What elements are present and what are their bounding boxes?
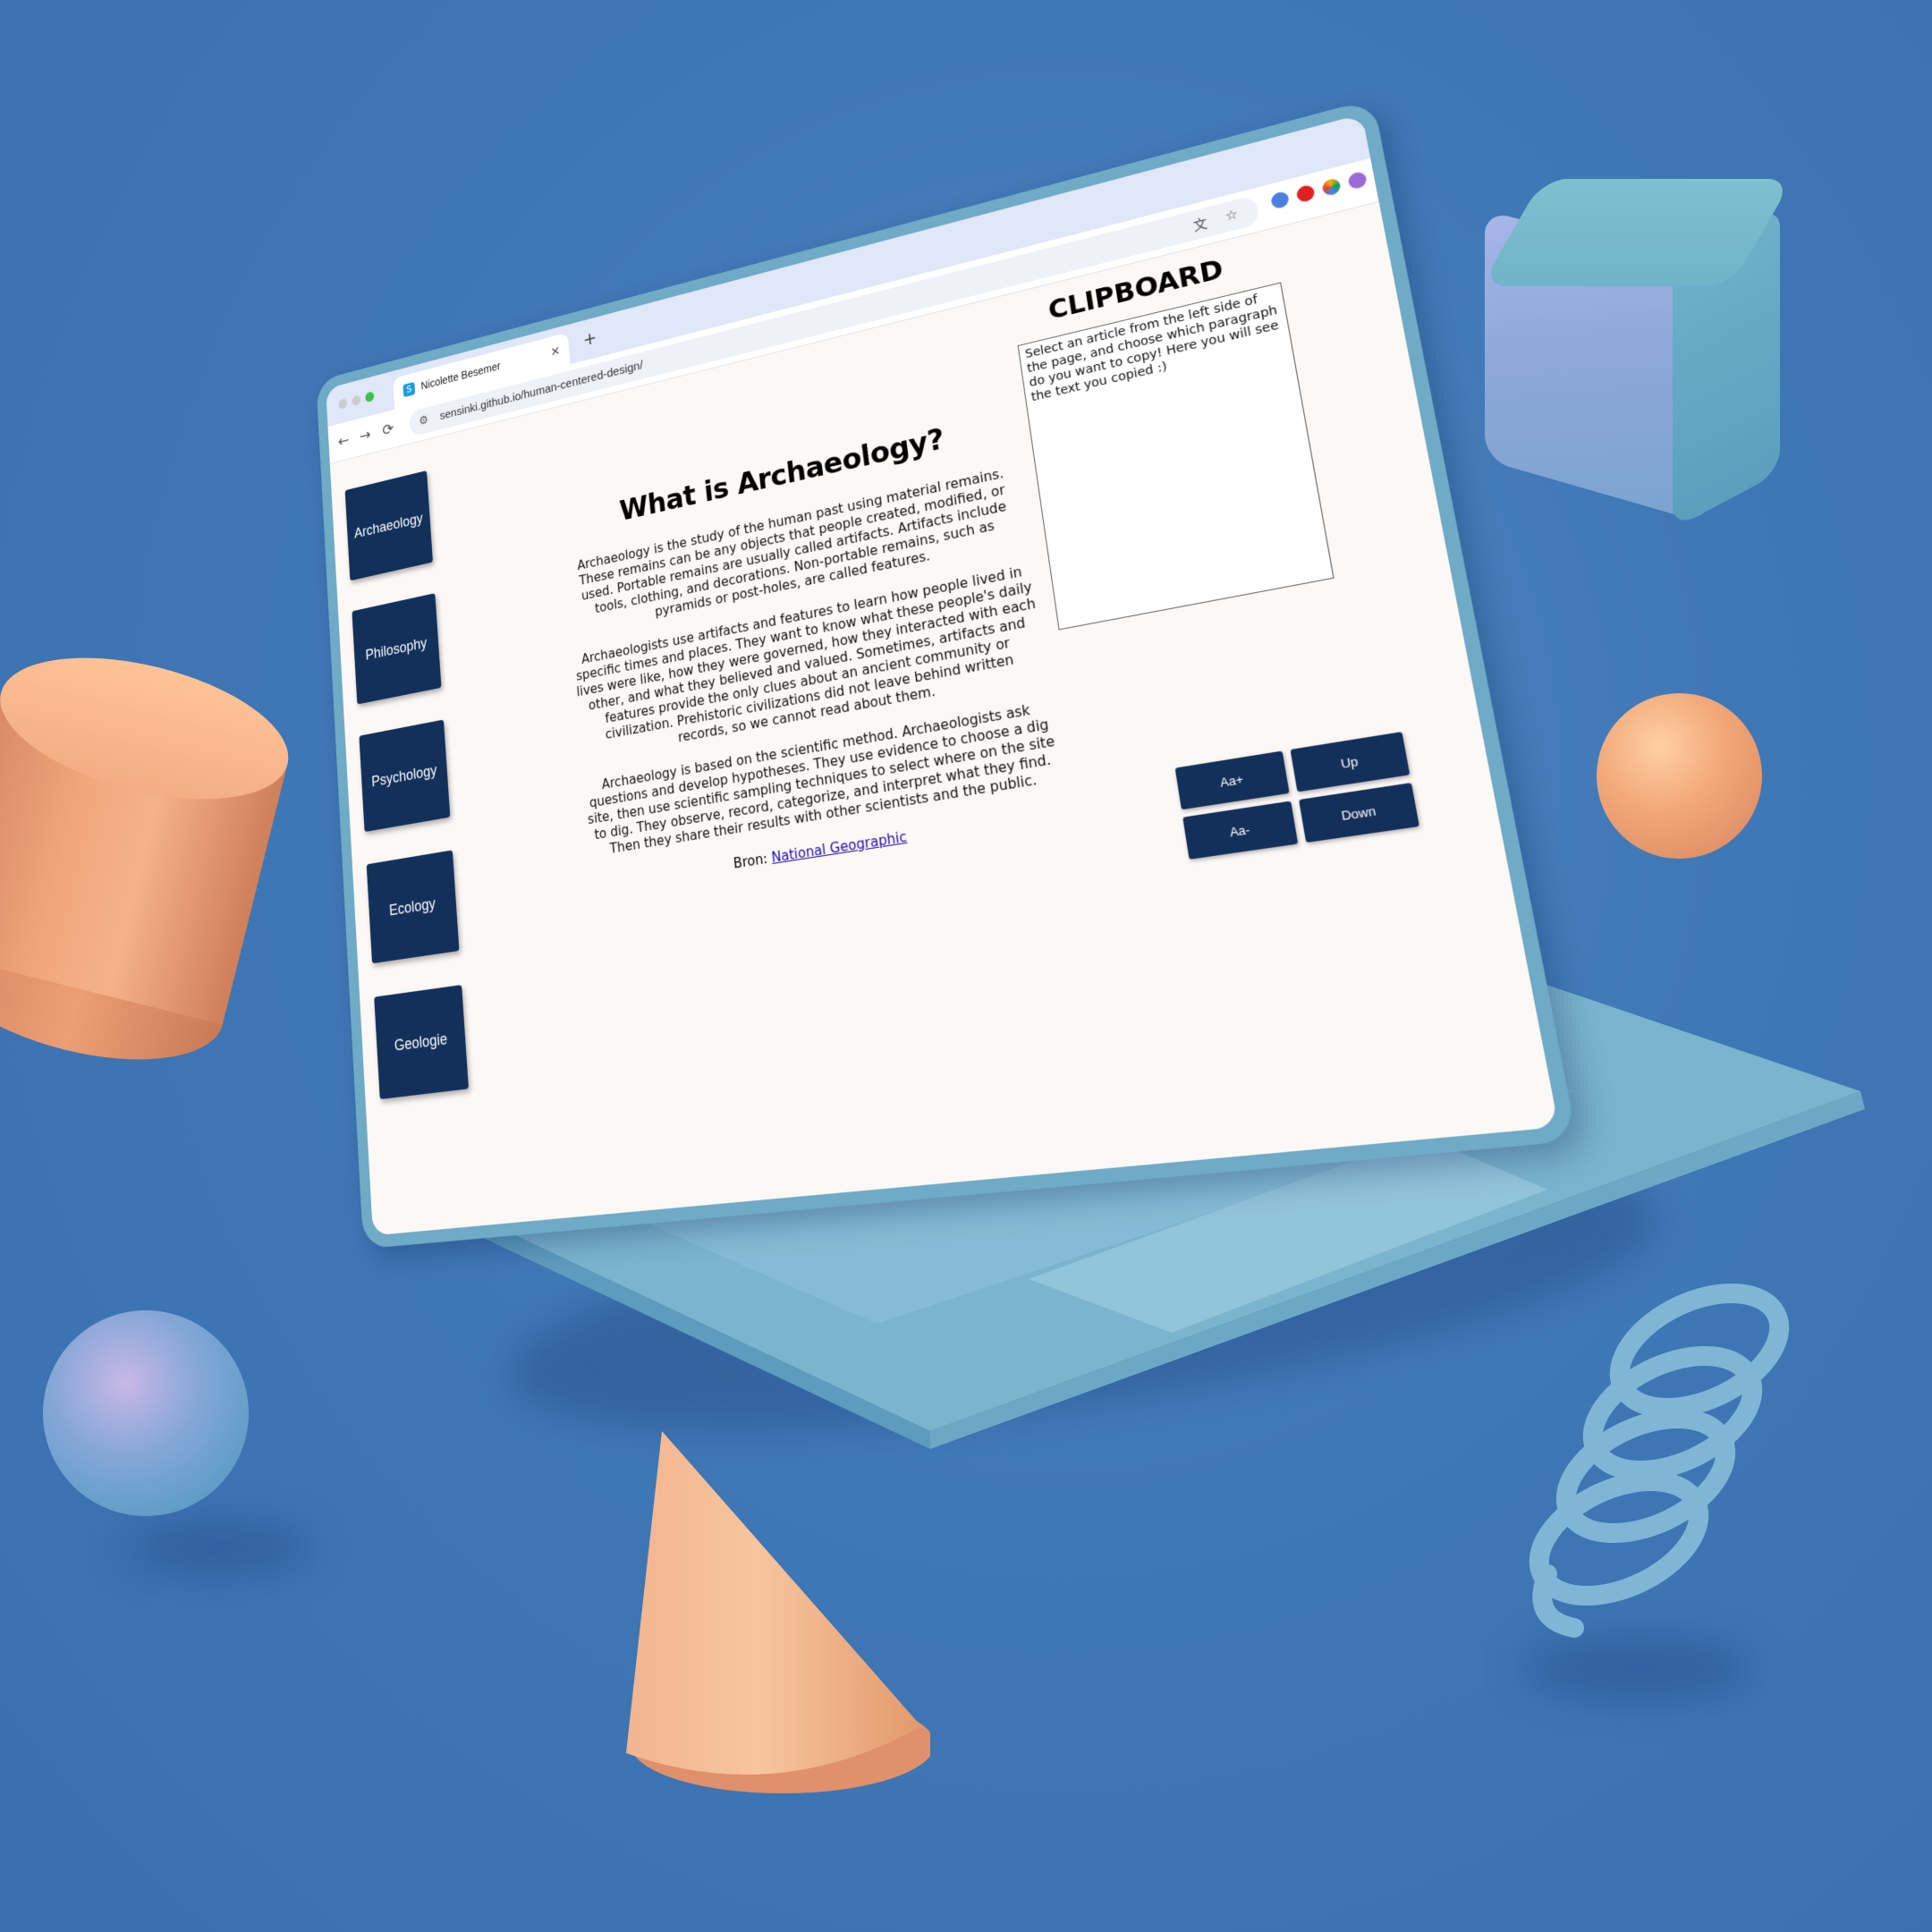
window-minimize-dot[interactable] <box>352 394 361 407</box>
translate-icon[interactable]: 文 <box>1191 214 1208 235</box>
window-close-dot[interactable] <box>338 397 348 411</box>
extensions-puzzle-icon[interactable] <box>1373 164 1394 184</box>
extension-gear-icon[interactable] <box>1347 170 1368 191</box>
site-info-icon[interactable]: ⚙ <box>419 412 428 428</box>
clipboard-textarea[interactable]: Select an article from the left side of … <box>1017 282 1335 631</box>
article: What is Archaeology? Archaeology is the … <box>561 406 1068 893</box>
scroll-down-button[interactable]: Down <box>1299 783 1419 843</box>
extension-translate-icon[interactable] <box>1270 190 1291 210</box>
sidebar-item-geologie[interactable]: Geologie <box>374 985 469 1100</box>
window-maximize-dot[interactable] <box>365 391 375 403</box>
ball-shadow <box>125 1521 313 1574</box>
source-link[interactable]: National Geographic <box>771 828 908 866</box>
orange-sphere <box>1597 693 1762 859</box>
bookmark-star-icon[interactable]: ☆ <box>1224 206 1239 225</box>
source-label: Bron: <box>733 850 768 872</box>
scroll-up-button[interactable]: Up <box>1290 732 1411 792</box>
sidebar-item-philosophy[interactable]: Philosophy <box>352 593 442 705</box>
sidebar-item-psychology[interactable]: Psychology <box>359 719 451 833</box>
site-favicon-icon: S <box>402 381 416 398</box>
back-icon[interactable]: ← <box>337 430 350 451</box>
tab-close-icon[interactable]: × <box>550 343 561 360</box>
sidebar-item-ecology[interactable]: Ecology <box>366 850 460 964</box>
browser-window: S Nicolette Besemer × + ← → ⟳ ⚙ sensinki… <box>326 114 1559 1236</box>
orange-cylinder <box>0 631 303 1086</box>
profile-avatar[interactable] <box>1404 156 1426 176</box>
laptop-screen: S Nicolette Besemer × + ← → ⟳ ⚙ sensinki… <box>316 98 1578 1250</box>
new-tab-button[interactable]: + <box>582 328 597 351</box>
font-decrease-button[interactable]: Aa- <box>1182 801 1299 860</box>
blue-sphere <box>43 1310 249 1516</box>
forward-icon[interactable]: → <box>359 425 371 445</box>
font-increase-button[interactable]: Aa+ <box>1174 750 1290 810</box>
blue-cube <box>1480 179 1793 530</box>
extension-color-icon[interactable] <box>1321 177 1342 198</box>
orange-cone <box>626 1431 930 1793</box>
sidebar-item-archaeology[interactable]: Archaeology <box>344 470 433 581</box>
reload-icon[interactable]: ⟳ <box>382 419 394 439</box>
extension-opera-icon[interactable] <box>1295 183 1316 204</box>
